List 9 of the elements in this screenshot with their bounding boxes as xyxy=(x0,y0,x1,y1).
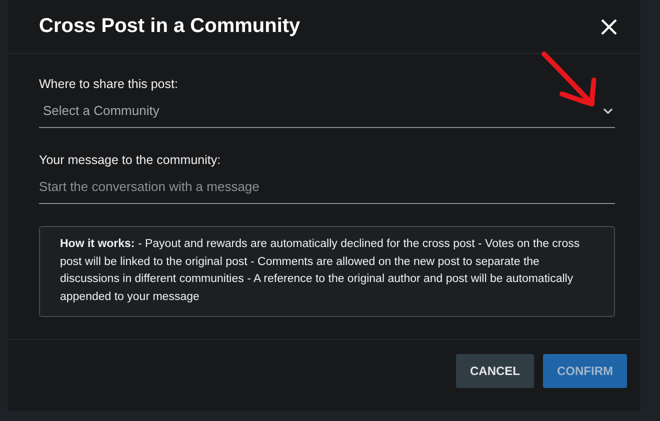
dialog-title: Cross Post in a Community xyxy=(39,15,300,38)
field-label: Your message to the community: xyxy=(39,153,222,167)
field-label: Where to share this post: xyxy=(39,77,179,91)
close-icon xyxy=(600,18,618,36)
community-select[interactable]: Select a Community xyxy=(39,99,615,128)
message-field[interactable]: Start the conversation with a message xyxy=(39,175,615,204)
info-text: How it works: - Payout and rewards are automatically declined for the cross post - Votes on the cross post will be linked to the original post - Comments are allowed on the new post to separate the discussions in different communities - A reference to the original author and post will be automatically appended to your message xyxy=(39,226,615,317)
cancel-button[interactable]: CANCEL xyxy=(456,354,534,388)
chevron-down-icon xyxy=(603,108,613,114)
